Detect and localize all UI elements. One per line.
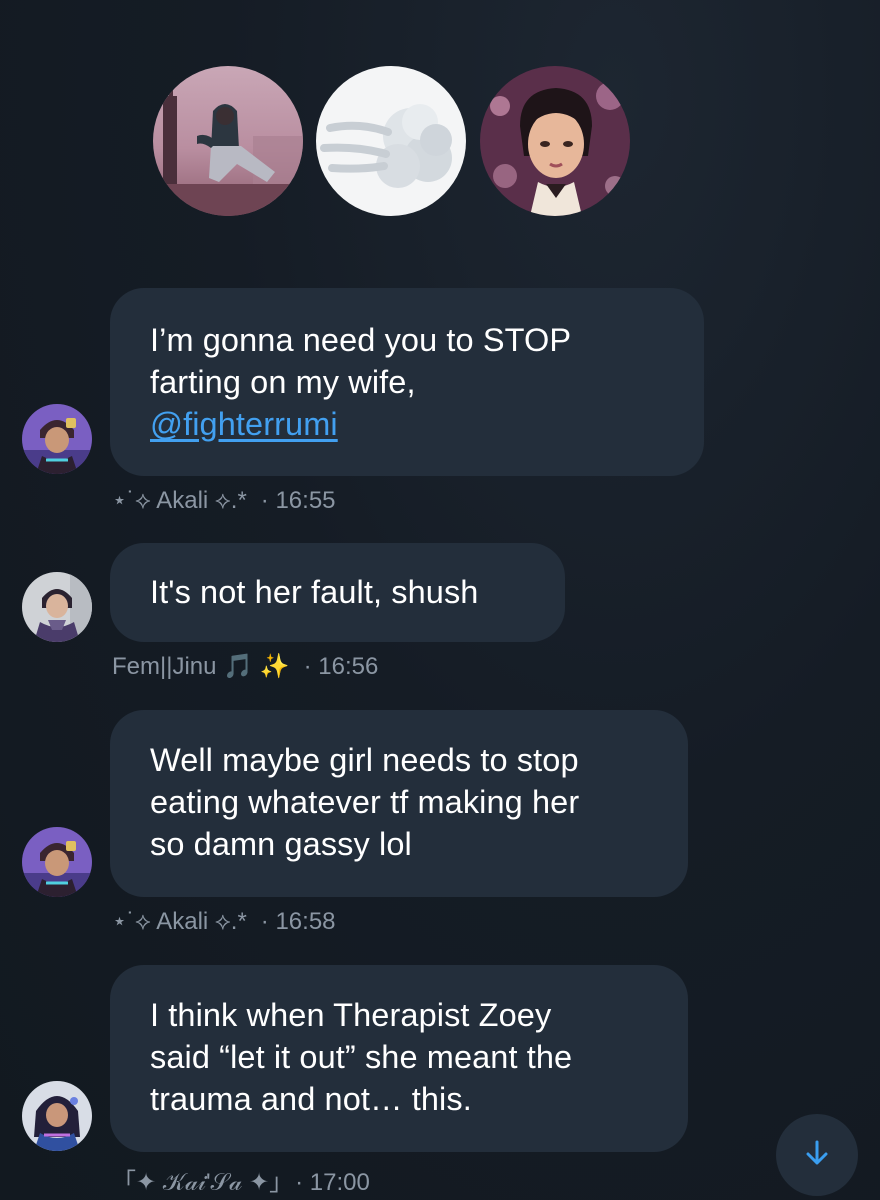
scroll-to-bottom-button[interactable]: [776, 1114, 858, 1196]
sender-name[interactable]: ⋆˙⟡ Akali ⟡.*: [112, 908, 247, 935]
message-meta: ⋆˙⟡ Akali ⟡.* · 16:55: [112, 486, 336, 515]
kaisa-avatar-icon[interactable]: [22, 1081, 92, 1151]
animated-girl-avatar-icon[interactable]: [480, 66, 630, 216]
arrow-down-icon: [802, 1138, 832, 1173]
message-text-line: Well maybe girl needs to stop: [150, 742, 579, 778]
message-text-line: I think when Therapist Zoey: [150, 997, 552, 1033]
message-bubble[interactable]: Well maybe girl needs to stop eating wha…: [110, 710, 688, 897]
mention-link[interactable]: @fighterrumi: [150, 406, 338, 442]
sender-name[interactable]: 「✦ 𝒦𝒶𝒾'𝒮𝒶 ✦」: [112, 1169, 281, 1196]
message-meta: 「✦ 𝒦𝒶𝒾'𝒮𝒶 ✦」 · 17:00: [112, 1162, 370, 1197]
akali-avatar-icon[interactable]: [22, 404, 92, 474]
jinu-avatar-icon[interactable]: [22, 572, 92, 642]
message-time: · 17:00: [295, 1169, 370, 1196]
message-text-line: farting on my wife,: [150, 364, 416, 400]
wind-puff-emoji-icon[interactable]: [316, 66, 466, 216]
message-bubble[interactable]: I’m gonna need you to STOP farting on my…: [110, 288, 704, 476]
message-bubble[interactable]: It's not her fault, shush: [110, 543, 565, 642]
message-text-line: trauma and not… this.: [150, 1081, 472, 1117]
akali-avatar-icon[interactable]: [22, 827, 92, 897]
message-text-line: It's not her fault, shush: [150, 574, 479, 610]
message-time: · 16:58: [260, 908, 336, 935]
message-bubble[interactable]: I think when Therapist Zoey said “let it…: [110, 965, 688, 1152]
person-sitting-avatar-icon[interactable]: [153, 66, 303, 216]
message-time: · 16:56: [303, 653, 379, 680]
message-time: · 16:55: [260, 487, 336, 514]
message-text-line: I’m gonna need you to STOP: [150, 322, 572, 358]
message-meta: Fem||Jinu 🎵 ✨ · 16:56: [112, 652, 378, 681]
group-avatar-cluster[interactable]: [150, 66, 650, 220]
sender-name[interactable]: ⋆˙⟡ Akali ⟡.*: [112, 487, 247, 514]
message-text-line: eating whatever tf making her: [150, 784, 580, 820]
message-text-line: said “let it out” she meant the: [150, 1039, 573, 1075]
message-text-line: so damn gassy lol: [150, 826, 412, 862]
sender-name[interactable]: Fem||Jinu 🎵 ✨: [112, 653, 290, 680]
message-meta: ⋆˙⟡ Akali ⟡.* · 16:58: [112, 907, 336, 936]
